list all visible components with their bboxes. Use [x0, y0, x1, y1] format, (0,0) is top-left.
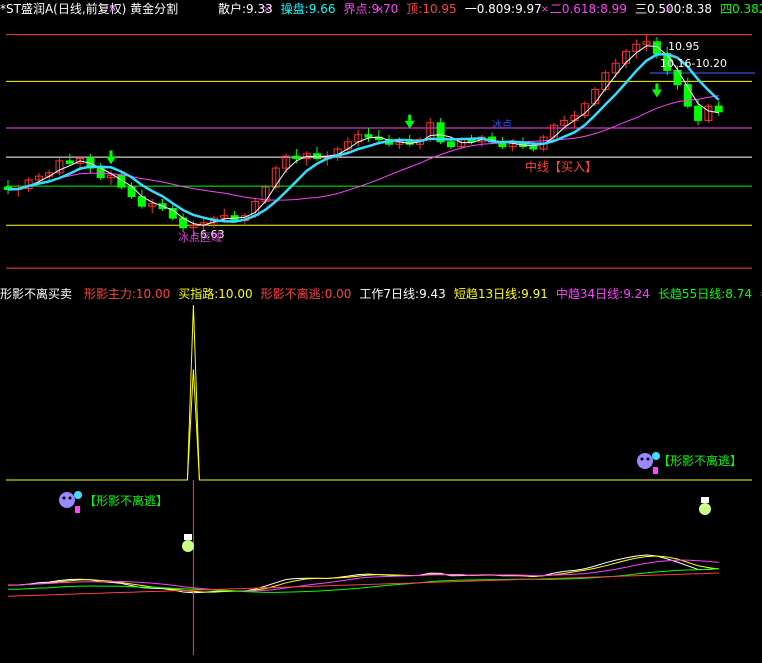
top-small-blue-label: 冰点: [492, 118, 512, 131]
top-x-mark: ×: [376, 4, 384, 15]
top-range-label: 10.16-10.20: [660, 57, 727, 70]
signal-bar: [75, 506, 80, 513]
gourd-cap: [701, 497, 709, 503]
top-high-price-label: 10.95: [668, 40, 700, 53]
indicator-line-4: [7, 572, 719, 597]
indicator-line-1: [7, 555, 719, 593]
bottom-legend-item: 形影主力:10.00: [83, 287, 171, 301]
bottom-panel-title: 形影不离买卖: [0, 287, 73, 301]
bottom-legend-item: 形影不离逃:0.00: [260, 287, 352, 301]
candle-body: [292, 155, 301, 160]
bottom-legend-item: 中趋34日线:9.24: [555, 287, 650, 301]
bottom-legend-item: 短趋13日线:9.91: [453, 287, 548, 301]
bottom-signal-label-left: 【形影不离逃】: [84, 493, 168, 508]
top-x-mark: ×: [664, 4, 672, 15]
bottom-legend-item: 买指路:10.00: [178, 287, 253, 301]
buy-pointer-spike: [186, 304, 200, 481]
candle-body: [529, 146, 538, 150]
candle-body: [673, 69, 682, 86]
price-chart[interactable]: × × × × × 10.95 10.16-10.20 6.63 冰点区域 中线【买入】…: [0, 0, 762, 283]
gourd-cap: [184, 534, 192, 540]
signal-bar: [653, 467, 658, 474]
candle-body: [65, 160, 74, 164]
candle-body: [714, 105, 723, 113]
face-eye: [68, 496, 72, 500]
face-icon: [637, 453, 653, 469]
bottom-signal-label-right: 【形影不离逃】: [658, 453, 742, 468]
top-x-mark: ×: [108, 4, 116, 15]
buy-arrow-icon: [106, 156, 116, 165]
gourd-icon: [182, 540, 194, 552]
buy-arrow-icon: [404, 120, 415, 129]
indicator-line-2: [7, 559, 719, 592]
buy-arrow-stem: [408, 114, 412, 121]
face-eye: [62, 496, 66, 500]
buy-arrow-icon: [651, 89, 662, 98]
top-low-zone-label: 冰点区域: [178, 231, 222, 244]
candle-body: [364, 134, 373, 138]
buy-arrow-stem: [109, 150, 113, 157]
candle-body: [652, 41, 661, 55]
drop-icon: [652, 452, 660, 460]
gourd-icon: [699, 503, 711, 515]
top-x-mark: ×: [263, 4, 271, 15]
indicator-line-0: [7, 554, 719, 594]
bottom-panel-legend: 形影主力:10.00 买指路:10.00 形影不离逃:0.00 工作7日线:9.43 短…: [78, 287, 762, 301]
face-eye: [646, 457, 650, 461]
buy-pointer-line: [6, 369, 752, 481]
drop-icon: [74, 491, 82, 499]
bottom-legend-item: 工作7日线:9.43: [359, 287, 446, 301]
face-eye: [640, 457, 644, 461]
bottom-panel-header: 形影不离买卖 形影主力:10.00 买指路:10.00 形影不离逃:0.00 工作7日…: [0, 285, 762, 303]
face-icon: [59, 492, 75, 508]
top-mid-buy-label: 中线【买入】: [525, 159, 597, 174]
buy-arrow-stem: [655, 83, 659, 90]
top-x-mark: ×: [541, 4, 549, 15]
candle-body: [313, 153, 321, 160]
bottom-legend-item: 长趋55日线:8.74: [657, 287, 752, 301]
indicator-line-3: [7, 568, 719, 593]
candle-body: [446, 141, 455, 148]
candle-body: [694, 105, 703, 121]
